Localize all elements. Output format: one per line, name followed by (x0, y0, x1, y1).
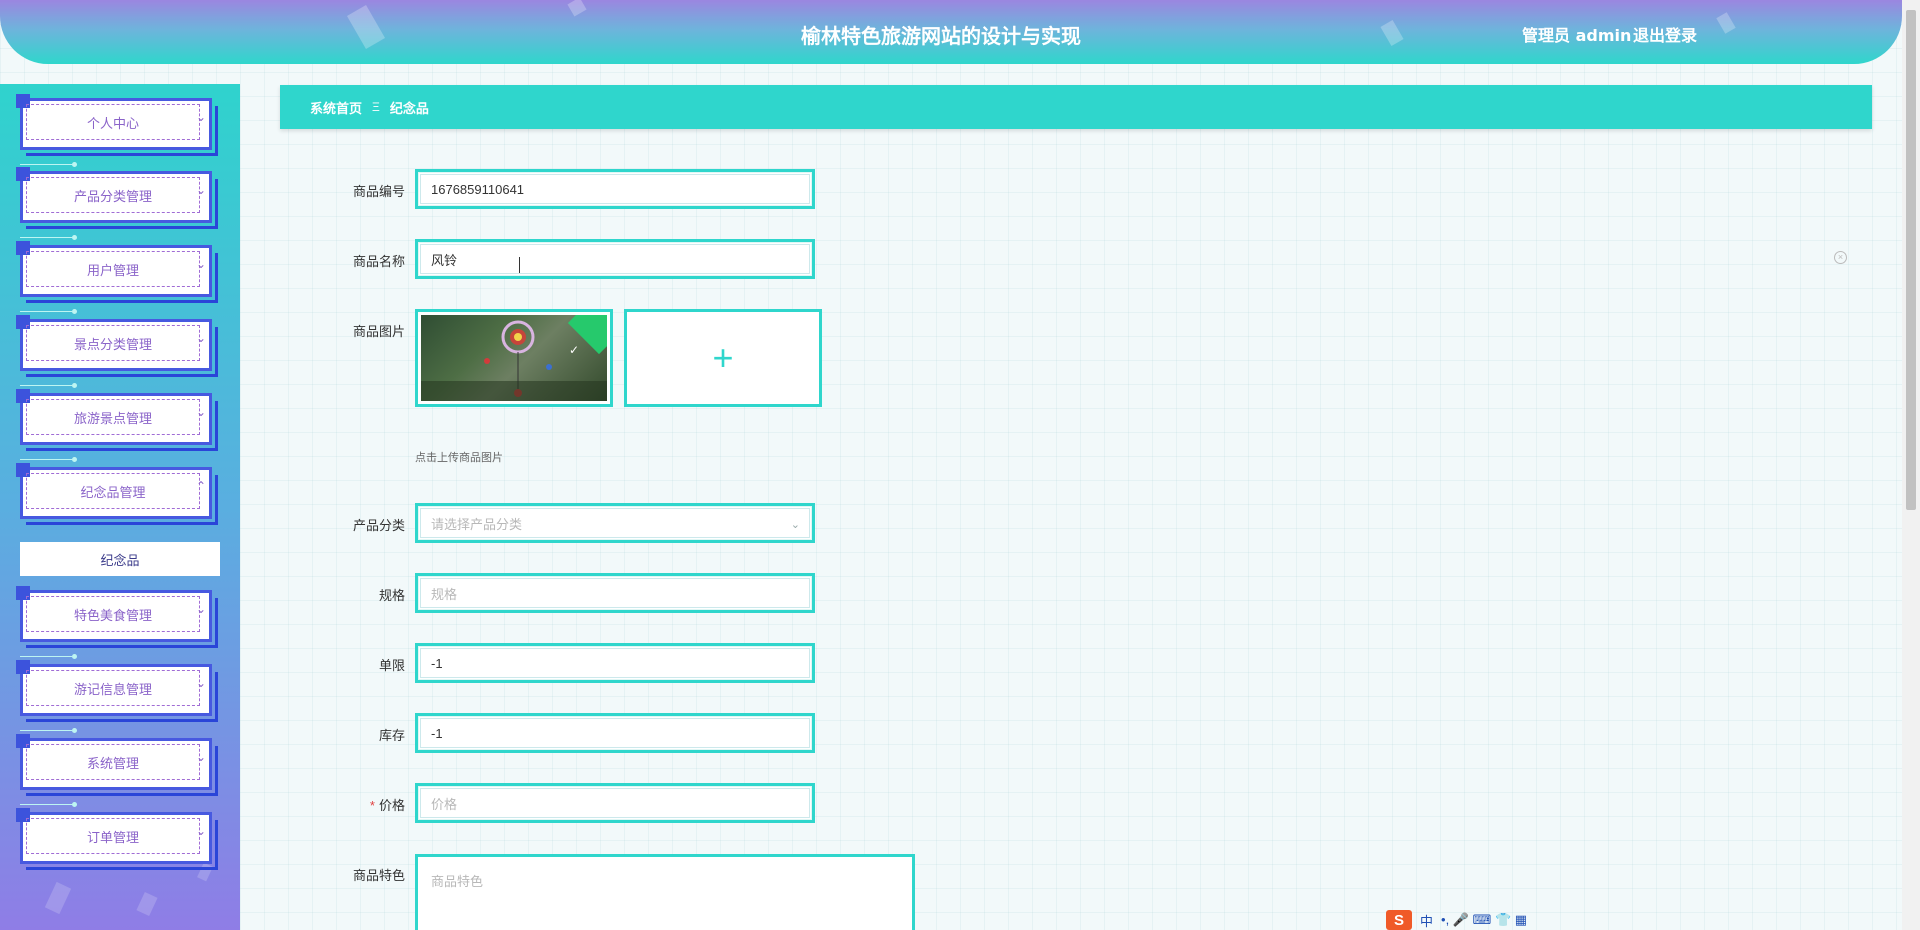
limit-label: 单限 (378, 658, 405, 673)
required-marker: * (369, 798, 375, 813)
chevron-down-icon: ⌄ (196, 824, 207, 838)
sidebar-item-travel-notes[interactable]: 游记信息管理 ⌄ (16, 660, 218, 733)
windchime-thumbnail: ✓ (421, 315, 607, 401)
chevron-down-icon: ⌄ (196, 750, 207, 764)
image-hint: 点击上传商品图片 (415, 452, 503, 464)
page-background (0, 0, 1920, 930)
feature-textarea[interactable]: 商品特色 (415, 854, 915, 930)
scrollbar-thumb[interactable] (1906, 10, 1916, 510)
text-cursor-icon (519, 257, 520, 273)
plus-icon: + (712, 337, 734, 378)
sidebar-item-scenic-spots[interactable]: 旅游景点管理 ⌄ (16, 389, 218, 462)
sogou-logo-icon: S (1386, 910, 1412, 930)
breadcrumb-current: 纪念品 (389, 100, 429, 116)
price-field[interactable]: 价格 (415, 783, 815, 823)
sidebar-item-label: 个人中心 (86, 115, 139, 131)
sidebar-item-label: 系统管理 (86, 755, 139, 771)
sidebar-item-label: 用户管理 (86, 262, 139, 278)
category-select[interactable]: 请选择产品分类 ⌄ (415, 503, 815, 543)
current-user: 管理员 admin (1522, 26, 1632, 45)
sidebar-item-scenic-category[interactable]: 景点分类管理 ⌄ (16, 315, 218, 388)
header-decoration (567, 0, 587, 17)
sidebar-item-label: 旅游景点管理 (73, 410, 152, 426)
sidebar-decoration (44, 881, 72, 915)
sidebar-item-local-food[interactable]: 特色美食管理 ⌄ (16, 586, 218, 659)
chevron-down-icon: ⌄ (196, 602, 207, 616)
code-label: 商品编号 (352, 184, 405, 199)
category-label: 产品分类 (352, 518, 405, 533)
check-icon: ✓ (568, 343, 579, 357)
spec-label: 规格 (378, 588, 405, 603)
stock-field[interactable]: -1 (415, 713, 815, 753)
chevron-down-icon: ⌄ (196, 405, 207, 419)
sidebar-item-label: 游记信息管理 (73, 681, 152, 697)
page-scrollbar[interactable] (1902, 0, 1920, 930)
sidebar-item-product-category[interactable]: 产品分类管理 ⌄ (16, 167, 218, 240)
logout-link[interactable]: 退出登录 (1633, 22, 1697, 46)
breadcrumb-separator: Ξ (372, 100, 380, 114)
close-circle-icon[interactable]: × (1834, 251, 1847, 264)
price-label-text: 价格 (378, 798, 405, 813)
code-field[interactable]: 1676859110641 (415, 169, 815, 209)
chevron-down-icon: ⌄ (196, 110, 207, 124)
sidebar-item-label: 订单管理 (86, 829, 139, 845)
sidebar-item-system[interactable]: 系统管理 ⌄ (16, 734, 218, 807)
sidebar-item-label: 纪念品管理 (80, 484, 146, 500)
limit-field[interactable]: -1 (415, 643, 815, 683)
ime-mode: 中 (1420, 913, 1434, 929)
sidebar-item-personal-center[interactable]: 个人中心 ⌄ (16, 94, 218, 167)
sidebar-item-label: 景点分类管理 (73, 336, 152, 352)
submenu-item-souvenir[interactable]: 纪念品 (20, 542, 220, 576)
chevron-down-icon: ⌄ (790, 519, 800, 531)
top-header: 榆林特色旅游网站的设计与实现 管理员 admin 退出登录 (0, 0, 1902, 64)
chevron-down-icon: ⌄ (196, 183, 207, 197)
image-label: 商品图片 (352, 324, 405, 339)
ime-toolbar[interactable]: S 中 •, 🎤 ⌨ 👕 ▦ (1386, 910, 1527, 930)
feature-label: 商品特色 (352, 868, 405, 883)
ime-tools: •, 🎤 ⌨ 👕 ▦ (1441, 912, 1528, 927)
chevron-down-icon: ⌄ (196, 331, 207, 345)
chevron-down-icon: ⌄ (196, 257, 207, 271)
sidebar-item-orders[interactable]: 订单管理 ⌄ (16, 808, 218, 870)
feature-placeholder: 商品特色 (431, 874, 484, 889)
chevron-up-icon: ⌃ (196, 479, 207, 493)
name-field[interactable]: 风铃 (415, 239, 815, 279)
name-label: 商品名称 (352, 254, 405, 269)
sidebar-item-label: 特色美食管理 (73, 607, 152, 623)
breadcrumb: 系统首页 Ξ 纪念品 (280, 85, 1872, 129)
upload-image-button[interactable]: + (624, 309, 822, 407)
sidebar-item-souvenirs[interactable]: 纪念品管理 ⌃ (16, 463, 218, 525)
stock-label: 库存 (378, 728, 405, 743)
spec-field[interactable]: 规格 (415, 573, 815, 613)
breadcrumb-home[interactable]: 系统首页 (310, 98, 362, 117)
sidebar-item-users[interactable]: 用户管理 ⌄ (16, 241, 218, 314)
chevron-down-icon: ⌄ (196, 676, 207, 690)
sidebar-item-label: 产品分类管理 (73, 188, 152, 204)
uploaded-image[interactable]: ✓ (415, 309, 613, 407)
price-label: * 价格 (285, 795, 405, 814)
sidebar-decoration (136, 891, 158, 917)
